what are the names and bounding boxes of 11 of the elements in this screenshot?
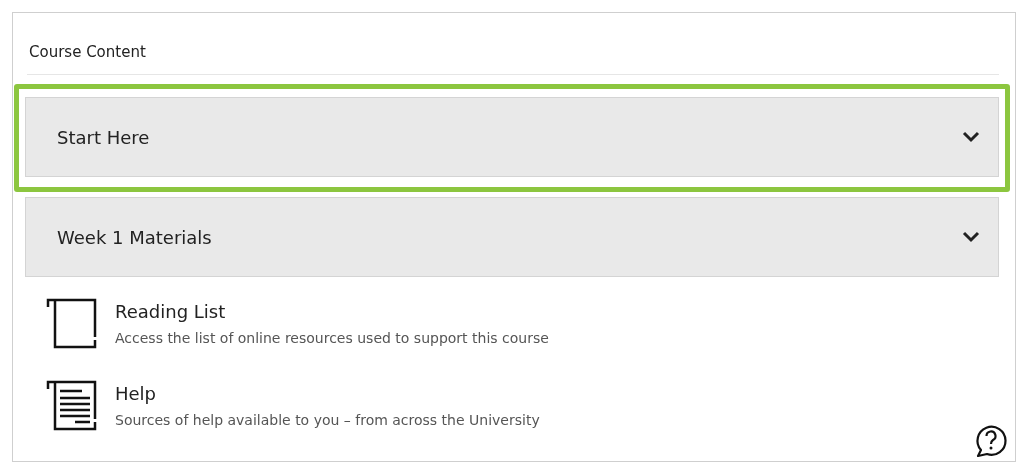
item-title[interactable]: Reading List [115, 301, 549, 322]
book-icon [45, 297, 97, 349]
section-heading: Course Content [27, 43, 999, 75]
item-description: Sources of help available to you – from across the University [115, 412, 540, 428]
item-description: Access the list of online resources used to support this course [115, 330, 549, 346]
document-icon [45, 379, 97, 431]
chevron-down-icon [962, 131, 980, 143]
accordion-header[interactable]: Week 1 Materials [25, 197, 999, 277]
chevron-down-icon [962, 231, 980, 243]
item-title[interactable]: Help [115, 383, 540, 404]
accordion-header[interactable]: Start Here [25, 97, 999, 177]
